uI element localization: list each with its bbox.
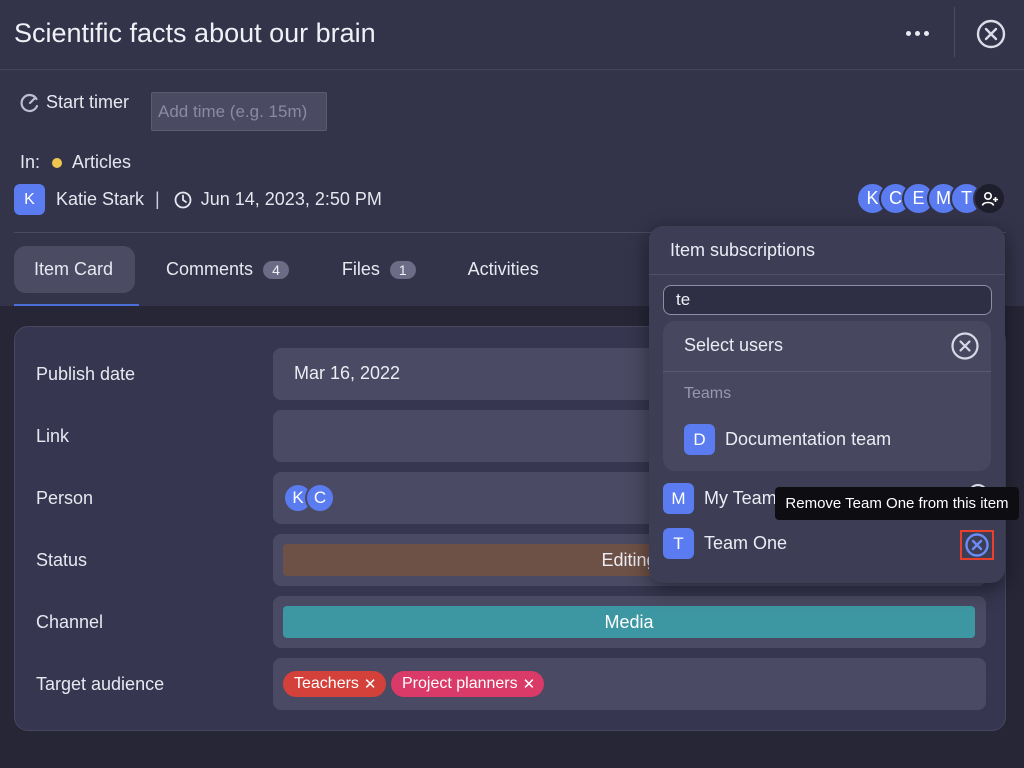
target-audience-field[interactable]: Teachers ✕ Project planners ✕ [273, 658, 986, 710]
add-subscriber-button[interactable] [973, 182, 1006, 215]
tab-item-card[interactable]: Item Card [14, 246, 136, 293]
person-avatar[interactable]: C [305, 483, 335, 513]
add-user-icon [981, 191, 998, 206]
remove-team-one-button[interactable] [960, 530, 994, 560]
owner-name: Katie Stark [56, 189, 145, 209]
start-timer-button[interactable]: Start timer [20, 92, 327, 131]
comments-count-badge: 4 [263, 260, 289, 279]
dropdown-section-label: Teams [684, 385, 732, 402]
location-prefix: In: [20, 152, 41, 172]
remove-tooltip: Remove Team One from this item [775, 487, 1019, 520]
audience-tag: Project planners ✕ [391, 671, 545, 697]
team-avatar: T [663, 528, 694, 559]
created-date: Jun 14, 2023, 2:50 PM [200, 189, 382, 209]
tab-label: Item Card [34, 259, 114, 279]
team-name: Team One [704, 533, 788, 553]
modal-header: Scientific facts about our brain [0, 0, 1024, 70]
active-tab-indicator [14, 304, 139, 306]
page-title: Scientific facts about our brain [14, 18, 376, 48]
tab-files[interactable]: Files 1 [342, 246, 416, 293]
tab-label: Activities [467, 259, 539, 279]
add-time-input[interactable] [151, 92, 327, 131]
close-dropdown-button[interactable] [950, 331, 980, 361]
channel-badge: Media [283, 606, 975, 638]
field-label: Person [36, 488, 94, 508]
field-label: Publish date [36, 364, 136, 384]
audience-tag: Teachers ✕ [283, 671, 386, 697]
tab-label: Comments [166, 259, 254, 279]
owner-avatar[interactable]: K [14, 184, 45, 215]
folder-link[interactable]: Articles [72, 152, 131, 173]
more-dots-icon [923, 30, 929, 36]
field-label: Target audience [36, 674, 165, 694]
folder-color-dot [52, 157, 63, 168]
team-name: My Team [704, 488, 777, 508]
item-subscriptions-popup: Item subscriptions M My Team T Team One … [649, 226, 1005, 583]
tab-comments[interactable]: Comments 4 [166, 246, 289, 293]
select-users-dropdown: Select users Teams D Documentation team [663, 321, 991, 471]
start-timer-label: Start timer [46, 92, 130, 112]
user-search-input[interactable] [663, 285, 992, 315]
remove-tag-icon[interactable]: ✕ [364, 675, 377, 693]
tag-label: Teachers [294, 675, 359, 692]
timer-icon [20, 93, 39, 112]
tag-label: Project planners [402, 675, 518, 692]
field-label: Link [36, 426, 70, 446]
owner-row: K Katie Stark | Jun 14, 2023, 2:50 PM [14, 184, 382, 215]
tab-bar: Item Card Comments 4 Files 1 Activities [14, 246, 539, 306]
subscribed-team-item: M My Team [663, 483, 777, 514]
option-label: Documentation team [725, 429, 892, 449]
location-row: In: Articles [20, 152, 131, 173]
close-circle-icon [976, 19, 1006, 49]
tab-label: Files [341, 259, 380, 279]
close-button[interactable] [975, 18, 1007, 50]
more-options-button[interactable] [897, 18, 937, 48]
more-dots-icon [914, 30, 920, 36]
header-divider [954, 7, 955, 57]
remove-tag-icon[interactable]: ✕ [523, 675, 536, 693]
more-dots-icon [905, 30, 911, 36]
owner-separator: | [155, 189, 160, 209]
tab-activities[interactable]: Activities [468, 246, 539, 293]
team-avatar: D [684, 424, 715, 455]
dropdown-option-documentation-team[interactable]: D Documentation team [684, 424, 891, 455]
field-label: Channel [36, 612, 104, 632]
popup-divider [649, 274, 1005, 275]
dropdown-title: Select users [684, 335, 784, 355]
team-avatar: M [663, 483, 694, 514]
remove-circle-icon [965, 533, 989, 557]
subscribed-team-item: T Team One [663, 528, 787, 559]
field-label: Status [36, 550, 88, 570]
files-count-badge: 1 [389, 260, 416, 279]
dropdown-divider [663, 371, 991, 372]
popup-title: Item subscriptions [670, 240, 816, 260]
close-circle-icon [951, 332, 979, 360]
channel-field[interactable]: Media [273, 596, 986, 648]
clock-icon [174, 191, 192, 208]
publish-date-value: Mar 16, 2022 [294, 363, 401, 383]
